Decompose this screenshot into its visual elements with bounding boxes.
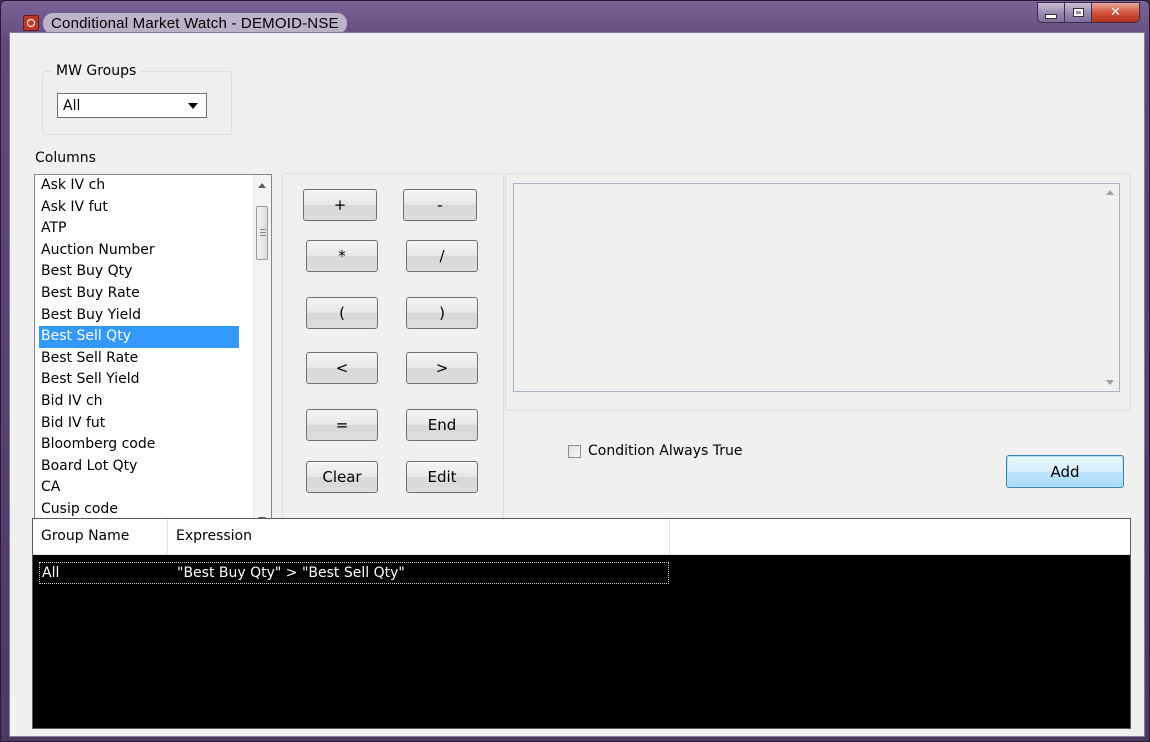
- scroll-up-icon[interactable]: [1106, 190, 1114, 195]
- edit-button[interactable]: Edit: [406, 461, 478, 493]
- list-item[interactable]: Board Lot Qty: [39, 456, 239, 478]
- expression-scrollbar[interactable]: [1102, 184, 1119, 391]
- minimize-icon: [1045, 13, 1057, 19]
- end-button[interactable]: End: [406, 409, 478, 441]
- columns-scrollbar[interactable]: [253, 175, 271, 530]
- open-paren-button[interactable]: (: [306, 297, 378, 329]
- mw-groups-selected-value: All: [63, 97, 81, 114]
- scroll-down-icon[interactable]: [1106, 380, 1114, 385]
- multiply-button[interactable]: *: [306, 240, 378, 272]
- grip-icon: [260, 229, 266, 237]
- less-than-button[interactable]: <: [306, 352, 378, 384]
- columns-listbox[interactable]: Ask IV ch Ask IV fut ATP Auction Number Best…: [34, 174, 272, 531]
- window-controls: ✕: [1037, 2, 1140, 23]
- table-row[interactable]: All "Best Buy Qty" > "Best Sell Qty": [39, 562, 669, 584]
- list-item[interactable]: CA: [39, 477, 239, 499]
- list-item[interactable]: Bloomberg code: [39, 434, 239, 456]
- column-header-group-name[interactable]: Group Name: [33, 519, 168, 554]
- mw-groups-select[interactable]: All: [57, 93, 207, 118]
- column-header-empty: [670, 519, 1130, 554]
- client-area: MW Groups All Columns Ask IV ch Ask IV fu…: [9, 32, 1145, 737]
- divide-button[interactable]: /: [406, 240, 478, 272]
- add-button[interactable]: Add: [1006, 455, 1124, 488]
- maximize-button[interactable]: [1065, 2, 1092, 23]
- list-item[interactable]: Best Sell Qty: [39, 326, 239, 348]
- app-icon: [23, 15, 39, 31]
- chevron-down-icon: [188, 103, 198, 109]
- clear-button[interactable]: Clear: [306, 461, 378, 493]
- scroll-up-icon[interactable]: [258, 183, 266, 188]
- row-group-cell: All: [42, 565, 60, 581]
- list-item[interactable]: Best Buy Yield: [39, 305, 239, 327]
- window: Conditional Market Watch - DEMOID-NSE ✕ …: [0, 0, 1150, 742]
- list-item[interactable]: ATP: [39, 218, 239, 240]
- condition-always-true-checkbox[interactable]: [568, 445, 581, 458]
- table-header: Group Name Expression: [33, 519, 1130, 555]
- list-item[interactable]: Best Buy Rate: [39, 283, 239, 305]
- list-item[interactable]: Bid IV ch: [39, 391, 239, 413]
- column-header-expression[interactable]: Expression: [168, 519, 670, 554]
- list-item[interactable]: Best Sell Rate: [39, 348, 239, 370]
- close-icon: ✕: [1110, 5, 1121, 20]
- columns-label: Columns: [35, 150, 96, 166]
- list-item[interactable]: Best Sell Yield: [39, 369, 239, 391]
- list-item[interactable]: Best Buy Qty: [39, 261, 239, 283]
- minus-button[interactable]: -: [403, 189, 477, 221]
- list-item[interactable]: Ask IV ch: [39, 175, 239, 197]
- list-item[interactable]: Ask IV fut: [39, 197, 239, 219]
- close-button[interactable]: ✕: [1092, 2, 1140, 23]
- scroll-thumb[interactable]: [256, 206, 268, 260]
- close-paren-button[interactable]: ): [406, 297, 478, 329]
- equals-button[interactable]: =: [306, 409, 378, 441]
- list-item[interactable]: Auction Number: [39, 240, 239, 262]
- window-title: Conditional Market Watch - DEMOID-NSE: [43, 13, 347, 34]
- plus-button[interactable]: +: [303, 189, 377, 221]
- maximize-icon: [1072, 8, 1084, 17]
- condition-always-true-label[interactable]: Condition Always True: [588, 443, 743, 459]
- list-item[interactable]: Bid IV fut: [39, 413, 239, 435]
- greater-than-button[interactable]: >: [406, 352, 478, 384]
- row-expression-cell: "Best Buy Qty" > "Best Sell Qty": [177, 565, 405, 581]
- mw-groups-legend: MW Groups: [53, 64, 140, 79]
- columns-list: Ask IV ch Ask IV fut ATP Auction Number Best…: [39, 175, 239, 521]
- conditions-table: Group Name Expression All "Best Buy Qty"…: [32, 518, 1131, 729]
- minimize-button[interactable]: [1037, 2, 1065, 23]
- expression-textarea[interactable]: [513, 183, 1120, 392]
